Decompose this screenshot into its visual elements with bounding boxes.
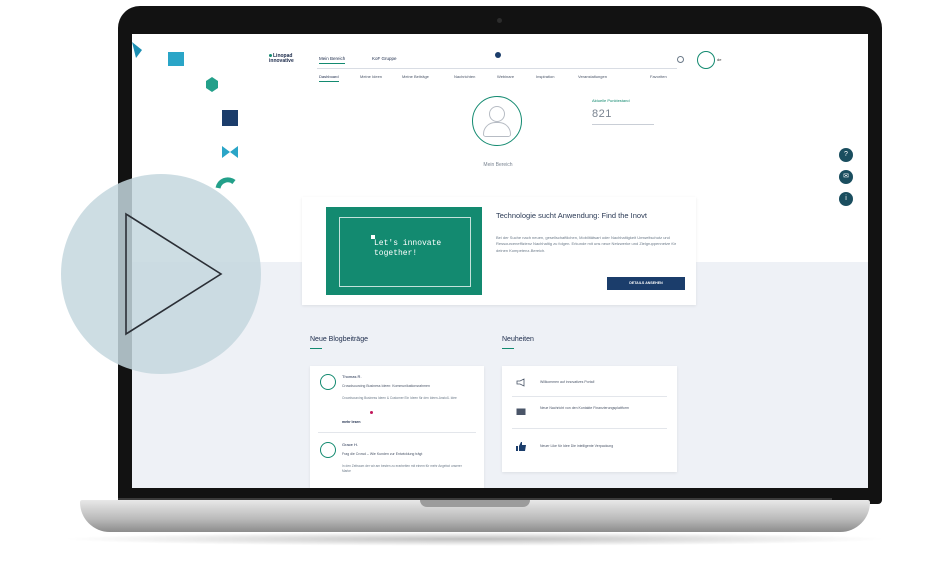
news-section-title: Neuheiten [502, 336, 534, 343]
chat-icon [516, 408, 526, 415]
camera-icon [497, 18, 502, 23]
thumbs-up-icon [516, 442, 526, 451]
news-item-text[interactable]: Neue Nachricht von den Kontakte Finanzie… [540, 406, 660, 411]
points-value: 821 [592, 108, 612, 120]
read-more-link[interactable]: mehr lesen [342, 420, 360, 424]
avatar [320, 442, 336, 458]
news-card: Willkommen auf innovatives Portal! Neue … [502, 366, 677, 472]
subnav-veranstaltungen[interactable]: Veranstaltungen [578, 74, 607, 79]
subnav-meine-beitraege[interactable]: Meine Beiträge [402, 74, 429, 79]
news-item-text[interactable]: Willkommen auf innovatives Portal! [540, 380, 660, 385]
user-avatar[interactable] [697, 51, 715, 69]
subnav-webinare[interactable]: Webinare [497, 74, 514, 79]
notification-badge [495, 52, 501, 58]
blog-section-title: Neue Blogbeiträge [310, 336, 368, 343]
laptop-notch [420, 500, 530, 507]
hero-title: Technologie sucht Anwendung: Find the In… [496, 211, 647, 220]
hero-card: Let's innovate together! Technologie suc… [302, 197, 696, 305]
blog-title-underline [310, 348, 322, 349]
blog-divider [318, 432, 476, 433]
megaphone-icon [516, 378, 525, 387]
subnav-nachrichten[interactable]: Nachrichten [454, 74, 475, 79]
blog-author[interactable]: Thomas R. [342, 374, 362, 379]
points-label: Aktuelle Punktestand [592, 98, 630, 103]
side-help-button[interactable]: ? [839, 148, 853, 162]
laptop-shadow [60, 532, 890, 546]
points-divider [592, 124, 654, 125]
nav-divider [317, 68, 677, 69]
news-divider [512, 428, 667, 429]
tab-kof-gruppe[interactable]: KoF Gruppe [372, 56, 397, 61]
shape-flag [222, 110, 238, 126]
blog-excerpt: In den Zeitraum der wir am besten zu era… [342, 464, 462, 473]
blog-card: Thomas R. Crowdsourcing Business Ideen: … [310, 366, 484, 488]
logo-line2: innovative [269, 58, 294, 64]
logo-dot [269, 54, 272, 57]
shape-bowtie [222, 146, 238, 158]
news-title-underline [502, 348, 514, 349]
play-icon[interactable] [61, 174, 261, 374]
details-button[interactable]: DETAILS ANSEHEN [607, 277, 685, 290]
shape-triangle [132, 42, 142, 58]
subnav-favoriten[interactable]: Favoriten [650, 74, 667, 79]
subnav-dashboard[interactable]: Dashboard [319, 74, 339, 82]
hero-body: Bei der Suche nach neuen, gesellschaftli… [496, 235, 677, 253]
shape-square [168, 52, 184, 66]
blog-author[interactable]: Grace H. [342, 442, 358, 447]
shape-hexagon [206, 77, 218, 92]
side-info-button[interactable]: i [839, 192, 853, 206]
blog-subject[interactable]: Crowdsourcing Business Ideen: Kommunikat… [342, 384, 430, 388]
subnav-inspiration[interactable]: Inspiration [536, 74, 554, 79]
blog-excerpt: Crowdsourcing Business Ideen & Customer … [342, 396, 457, 400]
profile-avatar[interactable] [472, 96, 522, 146]
news-divider [512, 396, 667, 397]
blog-subject[interactable]: Frag die Crowd – Wie Kunden zur Entwickl… [342, 452, 422, 456]
hero-image: Let's innovate together! [326, 207, 482, 295]
side-chat-button[interactable]: ✉ [839, 170, 853, 184]
user-name[interactable]: de [717, 57, 721, 62]
subnav-meine-ideen[interactable]: Meine Ideen [360, 74, 382, 79]
hero-slogan: Let's innovate together! [374, 239, 442, 258]
profile-title: Mein Bereich [483, 162, 513, 168]
avatar [320, 374, 336, 390]
heart-icon [370, 411, 373, 414]
avatar-head-icon [489, 106, 505, 122]
news-item-text[interactable]: Neuer Like für Idee Die intelligente Ver… [540, 444, 660, 449]
logo[interactable]: Linopad innovative [269, 54, 294, 64]
avatar-body-icon [483, 122, 511, 137]
search-icon[interactable] [677, 56, 684, 63]
tab-mein-bereich[interactable]: Mein Bereich [319, 56, 346, 64]
